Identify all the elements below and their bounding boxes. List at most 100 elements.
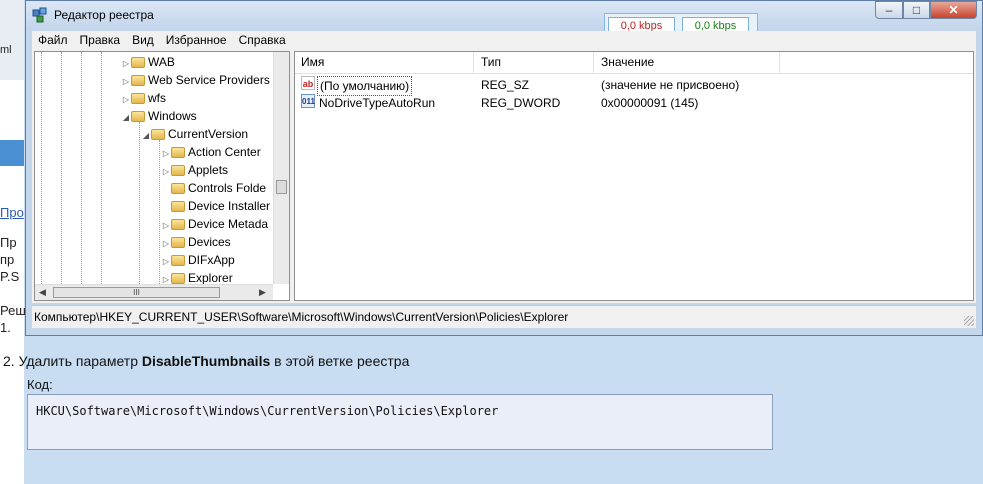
dword-value-icon: 011	[301, 94, 315, 108]
client-area: ▷ WAB ▷ Web Service Providers ▷ wfs ◢ Windows ◢ C…	[32, 49, 976, 303]
column-type[interactable]: Тип	[481, 52, 501, 73]
maximize-button[interactable]: □	[903, 1, 930, 19]
tree-node[interactable]: ▷ Web Service Providers	[121, 71, 270, 89]
tree-node[interactable]: ▷ DIFxApp	[161, 251, 235, 269]
folder-icon	[171, 219, 185, 230]
folder-icon	[131, 57, 145, 68]
tree-node-label: Windows	[148, 109, 197, 123]
tree-node[interactable]: ▷ Explorer	[161, 269, 233, 284]
collapse-icon[interactable]: ◢	[121, 109, 131, 127]
folder-icon	[171, 165, 185, 176]
tree-node-label: DIFxApp	[188, 253, 235, 267]
browser-toolbar-fragment	[0, 0, 24, 80]
tree-node[interactable]: ▷ wfs	[121, 89, 166, 107]
menu-file[interactable]: Файл	[32, 31, 74, 49]
tree-node-label: WAB	[148, 55, 175, 69]
tree-guide-line	[101, 52, 102, 284]
tree-node-label: Applets	[188, 163, 229, 177]
page-header-bar	[0, 140, 24, 166]
tree-hscroll-thumb[interactable]: III	[53, 287, 220, 298]
menu-bar: Файл Правка Вид Избранное Справка	[32, 31, 976, 50]
folder-icon	[171, 237, 185, 248]
menu-favorites[interactable]: Избранное	[160, 31, 233, 49]
value-name[interactable]: (По умолчанию)	[317, 76, 413, 96]
tree-node[interactable]: ◢ Windows	[121, 107, 197, 125]
menu-edit[interactable]: Правка	[74, 31, 127, 49]
column-value[interactable]: Значение	[601, 52, 654, 73]
column-separator[interactable]	[779, 52, 780, 73]
list-row[interactable]: 011 NoDriveTypeAutoRun REG_DWORD 0x00000…	[295, 94, 973, 112]
tree-guide-line	[139, 122, 140, 284]
fragment-text: Реш	[0, 303, 26, 318]
list-row[interactable]: ab (По умолчанию) REG_SZ (значение не пр…	[295, 76, 973, 96]
status-path: Компьютер\HKEY_CURRENT_USER\Software\Mic…	[34, 310, 569, 324]
tree-vertical-scrollbar[interactable]	[273, 52, 289, 284]
fragment-text: 1.	[0, 320, 11, 335]
tree-node-label: wfs	[148, 91, 166, 105]
collapse-icon[interactable]: ◢	[141, 127, 151, 145]
tree-horizontal-scrollbar[interactable]: ◀ III ▶	[35, 284, 273, 300]
folder-icon	[151, 129, 165, 140]
folder-icon	[131, 93, 145, 104]
regedit-icon	[32, 7, 47, 23]
tree-node[interactable]: ▷ Device Metada	[161, 215, 268, 233]
column-separator[interactable]	[473, 52, 474, 73]
tree-guide-line	[81, 52, 82, 284]
code-block[interactable]: HKCU\Software\Microsoft\Windows\CurrentV…	[27, 394, 773, 450]
column-name[interactable]: Имя	[301, 52, 324, 73]
title-bar[interactable]: Редактор реестра 0,0 kbps 0,0 kbps – □ ✕	[26, 1, 982, 41]
tree-node[interactable]: ▷ Devices	[161, 233, 231, 251]
scroll-right-icon[interactable]: ▶	[259, 287, 266, 298]
folder-icon	[131, 111, 145, 122]
fragment-text: ml	[0, 44, 12, 56]
value-name[interactable]: NoDriveTypeAutoRun	[319, 94, 435, 112]
value-type: REG_DWORD	[481, 96, 561, 110]
tree-node-label: CurrentVersion	[168, 127, 249, 141]
minimize-button[interactable]: –	[875, 1, 903, 19]
tree-node-label: Action Center	[188, 145, 261, 159]
registry-editor-window[interactable]: Редактор реестра 0,0 kbps 0,0 kbps – □ ✕…	[25, 0, 983, 336]
tree-node[interactable]: ◢ CurrentVersion	[141, 125, 248, 143]
folder-icon	[171, 147, 185, 158]
tree-node[interactable]: Device Installer	[161, 197, 270, 215]
tree-guide-line	[159, 140, 160, 284]
fragment-text: P.S	[0, 269, 20, 284]
tree-node[interactable]: Controls Folde	[161, 179, 266, 197]
column-separator[interactable]	[593, 52, 594, 73]
code-label: Код:	[27, 377, 53, 392]
tree-node-label: Controls Folde	[188, 181, 267, 195]
folder-icon	[171, 273, 185, 284]
tree-node-label: Device Installer	[188, 199, 271, 213]
key-tree[interactable]: ▷ WAB ▷ Web Service Providers ▷ wfs ◢ Windows ◢ C…	[35, 52, 273, 284]
menu-view[interactable]: Вид	[126, 31, 160, 49]
folder-icon	[171, 183, 185, 194]
folder-icon	[131, 75, 145, 86]
fragment-text: пр	[0, 252, 15, 267]
close-button[interactable]: ✕	[930, 1, 977, 19]
values-list-pane[interactable]: Имя Тип Значение ab (По умолчанию) REG_S…	[294, 51, 974, 301]
tree-node[interactable]: ▷ WAB	[121, 53, 175, 71]
status-bar: Компьютер\HKEY_CURRENT_USER\Software\Mic…	[32, 305, 976, 328]
resize-grip-icon[interactable]	[964, 316, 974, 326]
folder-icon	[171, 201, 185, 212]
menu-help[interactable]: Справка	[233, 31, 292, 49]
value-data: 0x00000091 (145)	[601, 96, 699, 110]
step-2-suffix: в этой ветке реестра	[270, 353, 410, 369]
scroll-left-icon[interactable]: ◀	[39, 287, 46, 298]
fragment-text: Пр	[0, 235, 17, 250]
tree-node-label: Web Service Providers	[148, 73, 270, 87]
list-header: Имя Тип Значение	[295, 52, 973, 74]
key-tree-pane[interactable]: ▷ WAB ▷ Web Service Providers ▷ wfs ◢ Windows ◢ C…	[34, 51, 290, 301]
tree-node[interactable]: ▷ Action Center	[161, 143, 261, 161]
tree-guide-line	[61, 52, 62, 284]
step-2-text: 2. Удалить параметр DisableThumbnails в …	[3, 353, 409, 369]
fragment-link[interactable]: Про	[0, 205, 24, 220]
step-2-param-name: DisableThumbnails	[141, 353, 271, 369]
value-type: REG_SZ	[481, 78, 530, 92]
tree-guide-line	[41, 52, 42, 284]
tree-node[interactable]: ▷ Applets	[161, 161, 228, 179]
expand-icon[interactable]: ▷	[161, 271, 171, 284]
tree-node-label: Explorer	[188, 271, 233, 284]
tree-vscroll-thumb[interactable]	[276, 180, 287, 194]
string-value-icon: ab	[301, 76, 315, 90]
